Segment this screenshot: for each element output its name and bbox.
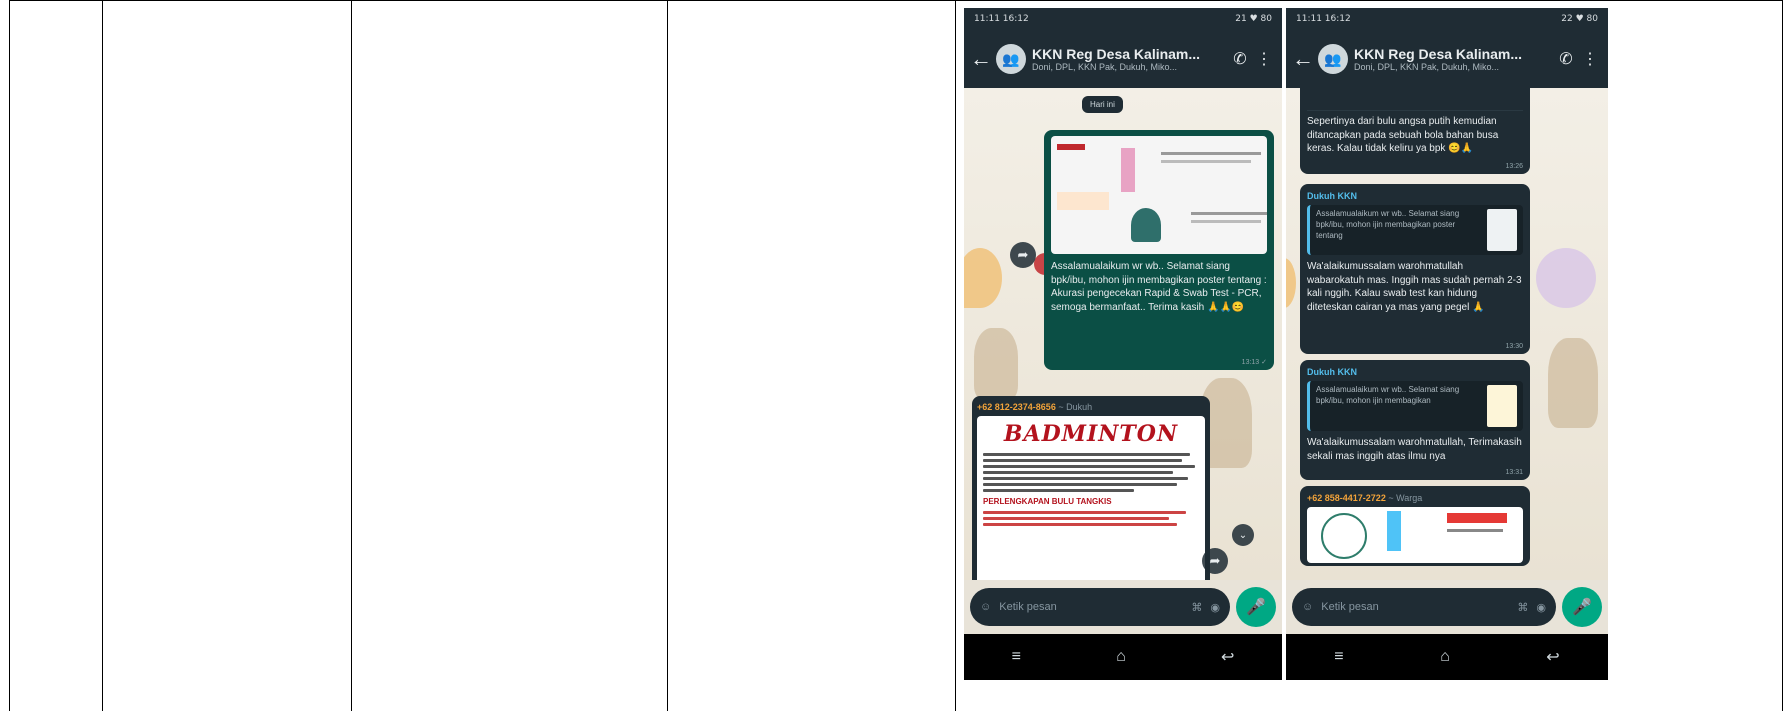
group-avatar[interactable]: 👥 xyxy=(996,44,1026,74)
chat-members: Doni, DPL, KKN Pak, Dukuh, Miko... xyxy=(1354,62,1500,72)
quoted-image-thumbnail xyxy=(1487,209,1517,252)
poster-list-lines xyxy=(983,510,1199,526)
camera-icon[interactable]: ◉ xyxy=(1210,601,1220,614)
message-text: Sepertinya dari bulu angsa putih kemudia… xyxy=(1307,116,1499,154)
sender-name[interactable]: Dukuh KKN xyxy=(1307,190,1523,202)
group-avatar[interactable]: 👥 xyxy=(1318,44,1348,74)
emoji-icon[interactable]: ☺ xyxy=(1302,601,1313,613)
more-menu-icon[interactable]: ⋮ xyxy=(1578,49,1602,69)
sender-note: ~ Dukuh xyxy=(1058,402,1093,412)
scroll-down-icon[interactable]: ⌄ xyxy=(1232,524,1254,546)
sender-phone[interactable]: +62 812-2374-8656 xyxy=(977,402,1056,412)
message-input[interactable]: Ketik pesan xyxy=(999,601,1183,613)
message-text: Wa'alaikumussalam warohmatullah wabaroka… xyxy=(1307,261,1522,313)
nav-menu-icon[interactable]: ≡ xyxy=(1334,648,1343,666)
table-column-divider-2 xyxy=(351,0,352,711)
call-icon[interactable]: ✆ xyxy=(1554,49,1578,69)
camera-icon[interactable]: ◉ xyxy=(1536,601,1546,614)
table-column-divider-1 xyxy=(102,0,103,711)
message-input[interactable]: Ketik pesan xyxy=(1321,601,1509,613)
status-indicators: 22 ♥ 80 xyxy=(1561,14,1598,24)
status-time: 11:11 16:12 xyxy=(974,14,1029,24)
poster-subtitle: PERLENGKAPAN BULU TANGKIS xyxy=(983,496,1112,506)
message-time: 13:26 xyxy=(1505,162,1523,170)
attach-icon[interactable]: ⌘ xyxy=(1191,601,1202,614)
message-input-bar: ☺ Ketik pesan ⌘ ◉ 🎤 xyxy=(1286,580,1608,634)
back-arrow-icon[interactable]: ← xyxy=(1292,46,1314,72)
wallpaper-flower xyxy=(1286,258,1296,308)
quoted-tail xyxy=(1307,94,1523,111)
nav-home-icon[interactable]: ⌂ xyxy=(1440,648,1450,666)
forward-icon[interactable]: ➦ xyxy=(1010,242,1036,268)
call-icon[interactable]: ✆ xyxy=(1228,49,1252,69)
table-column-divider-4 xyxy=(955,0,956,711)
message-text: Assalamualaikum wr wb.. Selamat siang bp… xyxy=(1051,261,1267,313)
status-bar: 11:11 16:12 22 ♥ 80 xyxy=(1286,8,1608,30)
message-time: 13:30 xyxy=(1505,342,1523,350)
message-time: 13:13 ✓ xyxy=(1241,358,1267,366)
message-image[interactable] xyxy=(1307,507,1523,564)
chat-title[interactable]: KKN Reg Desa Kalinam... xyxy=(1032,46,1228,62)
badminton-poster-image[interactable]: BADMINTON PERLENGKAPAN BULU TANGKIS xyxy=(977,416,1205,580)
poster-image[interactable] xyxy=(1051,136,1267,254)
phone-screenshot-left: 11:11 16:12 21 ♥ 80 ← 👥 KKN Reg Desa Kal… xyxy=(964,8,1282,680)
android-nav-bar: ≡ ⌂ ↩ xyxy=(964,634,1282,680)
back-arrow-icon[interactable]: ← xyxy=(970,46,992,72)
status-time: 11:11 16:12 xyxy=(1296,14,1351,24)
chat-area[interactable]: Hari ini Assalamualaikum wr wb.. Selamat… xyxy=(964,88,1282,580)
quoted-message[interactable]: Assalamualaikum wr wb.. Selamat siang bp… xyxy=(1307,205,1523,256)
table-border-right xyxy=(1782,0,1783,711)
quoted-message[interactable]: Assalamualaikum wr wb.. Selamat siang bp… xyxy=(1307,381,1523,432)
sender-phone[interactable]: +62 858-4417-2722 xyxy=(1307,493,1386,503)
message-bubble-outgoing[interactable]: Assalamualaikum wr wb.. Selamat siang bp… xyxy=(1044,130,1274,370)
nav-menu-icon[interactable]: ≡ xyxy=(1012,648,1021,666)
chat-header: ← 👥 KKN Reg Desa Kalinam... Doni, DPL, K… xyxy=(964,30,1282,88)
message-bubble-incoming[interactable]: Dukuh KKN Assalamualaikum wr wb.. Selama… xyxy=(1300,184,1530,354)
android-nav-bar: ≡ ⌂ ↩ xyxy=(1286,634,1608,680)
poster-title: BADMINTON xyxy=(1003,421,1179,448)
quoted-text: Assalamualaikum wr wb.. Selamat siang bp… xyxy=(1316,209,1460,240)
chat-header: ← 👥 KKN Reg Desa Kalinam... Doni, DPL, K… xyxy=(1286,30,1608,88)
nav-back-icon[interactable]: ↩ xyxy=(1546,647,1559,667)
wallpaper-vase xyxy=(974,328,1018,400)
table-border-left xyxy=(9,0,10,711)
message-text: Wa'alaikumussalam warohmatullah, Terimak… xyxy=(1307,437,1522,462)
date-chip: Hari ini xyxy=(1082,96,1123,113)
nav-back-icon[interactable]: ↩ xyxy=(1221,647,1234,667)
status-bar: 11:11 16:12 21 ♥ 80 xyxy=(964,8,1282,30)
message-bubble-incoming[interactable]: +62 812-2374-8656 ~ Dukuh BADMINTON PERL… xyxy=(972,396,1210,580)
message-bubble-incoming[interactable]: +62 858-4417-2722 ~ Warga xyxy=(1300,486,1530,566)
chat-members: Doni, DPL, KKN Pak, Dukuh, Miko... xyxy=(1032,62,1178,72)
chat-title[interactable]: KKN Reg Desa Kalinam... xyxy=(1354,46,1554,62)
mic-icon[interactable]: 🎤 xyxy=(1236,587,1276,627)
wallpaper-flower xyxy=(1536,248,1596,308)
table-border-top xyxy=(9,0,1783,1)
phone-screenshot-right: 11:11 16:12 22 ♥ 80 ← 👥 KKN Reg Desa Kal… xyxy=(1286,8,1608,680)
sender-name[interactable]: Dukuh KKN xyxy=(1307,366,1523,378)
attach-icon[interactable]: ⌘ xyxy=(1517,601,1528,614)
nav-home-icon[interactable]: ⌂ xyxy=(1116,648,1126,666)
mic-icon[interactable]: 🎤 xyxy=(1562,587,1602,627)
sender-note: ~ Warga xyxy=(1388,493,1423,503)
message-time: 13:31 xyxy=(1505,468,1523,476)
emoji-icon[interactable]: ☺ xyxy=(980,601,991,613)
poster-body-lines xyxy=(983,452,1199,492)
wallpaper-flower xyxy=(964,248,1002,308)
message-bubble-incoming[interactable]: Sepertinya dari bulu angsa putih kemudia… xyxy=(1300,88,1530,174)
message-bubble-incoming[interactable]: Dukuh KKN Assalamualaikum wr wb.. Selama… xyxy=(1300,360,1530,480)
wallpaper-vase xyxy=(1548,338,1598,428)
table-column-divider-3 xyxy=(667,0,668,711)
forward-icon[interactable]: ➦ xyxy=(1202,548,1228,574)
message-input-bar: ☺ Ketik pesan ⌘ ◉ 🎤 xyxy=(964,580,1282,634)
status-indicators: 21 ♥ 80 xyxy=(1235,14,1272,24)
more-menu-icon[interactable]: ⋮ xyxy=(1252,49,1276,69)
quoted-text: Assalamualaikum wr wb.. Selamat siang bp… xyxy=(1316,385,1460,405)
chat-area[interactable]: Sepertinya dari bulu angsa putih kemudia… xyxy=(1286,88,1608,580)
quoted-image-thumbnail xyxy=(1487,385,1517,428)
